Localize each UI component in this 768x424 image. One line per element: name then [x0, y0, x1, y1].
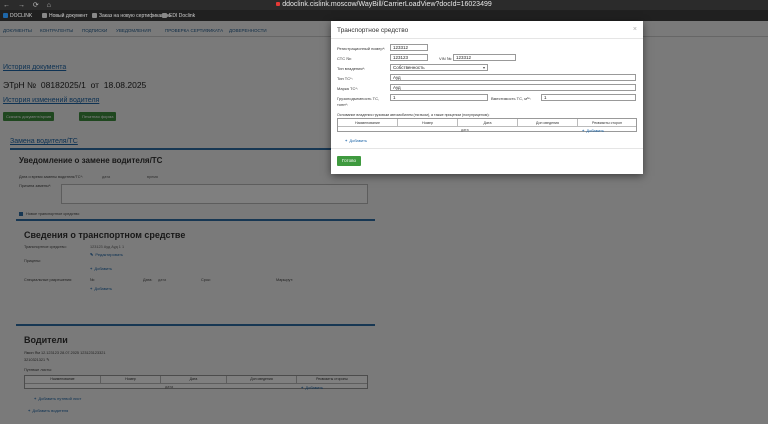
- doclink-logo-icon: [3, 13, 8, 18]
- vehicle-type-label: Тип ТС*:: [337, 76, 353, 81]
- ownership-select[interactable]: Собственность ▾: [390, 64, 488, 71]
- capacity-input[interactable]: [390, 94, 488, 101]
- page-icon: [92, 13, 97, 18]
- ownership-basis-label: Основание владения грузовым автомобилем …: [337, 113, 490, 117]
- done-button[interactable]: Готово: [337, 156, 361, 166]
- divider: [331, 148, 643, 149]
- vehicle-brand-label: Марка ТС*:: [337, 86, 358, 91]
- table-header: Наименование: [338, 119, 398, 126]
- address-bar[interactable]: ddoclink.cislink.moscow/WayBill/CarrierL…: [0, 1, 768, 8]
- sts-input[interactable]: [390, 54, 428, 61]
- reg-number-input[interactable]: [390, 44, 428, 51]
- plus-icon: +: [345, 138, 348, 143]
- bookmark-new-document[interactable]: Новый документ: [42, 13, 87, 19]
- table-header: Дата: [458, 119, 518, 126]
- lock-icon: [276, 2, 281, 6]
- ownership-basis-table: Наименование Номер Дата Доп сведения Рек…: [337, 118, 637, 133]
- vin-label: VIN №:: [439, 56, 453, 61]
- volume-input[interactable]: [541, 94, 636, 101]
- table-header: Номер: [398, 119, 458, 126]
- page-icon: [162, 13, 167, 18]
- bookmark-doclink[interactable]: DOCLINK: [3, 13, 32, 19]
- volume-label: Вместимость ТС, м³*:: [491, 96, 531, 101]
- vehicle-brand-input[interactable]: [390, 84, 636, 91]
- page-icon: [42, 13, 47, 18]
- modal-title: Транспортное средство: [337, 27, 409, 34]
- plus-icon: +: [582, 128, 585, 133]
- table-header: Доп сведения: [518, 119, 578, 126]
- vehicle-type-input[interactable]: [390, 74, 636, 81]
- table-header: Реквизиты сторон: [592, 120, 622, 125]
- sts-label: СТС №:: [337, 56, 352, 61]
- date-cell[interactable]: дата: [461, 128, 469, 132]
- bookmark-edi-doclink[interactable]: EDI Doclink: [162, 13, 195, 19]
- bookmarks-bar: DOCLINK Новый документ Заказ на новую се…: [0, 10, 768, 21]
- vin-input[interactable]: [453, 54, 516, 61]
- close-icon[interactable]: ×: [633, 26, 637, 33]
- capacity-label: Грузоподъемность ТС,: [337, 96, 380, 101]
- reg-number-label: Регистрационный номер*:: [337, 46, 386, 51]
- table-row: дата +Добавить: [338, 126, 636, 133]
- capacity-label-unit: тонн*:: [337, 102, 349, 107]
- ownership-label: Тип владения*:: [337, 66, 366, 71]
- browser-toolbar: ← → ⟳ ⌂ ddoclink.cislink.moscow/WayBill/…: [0, 0, 768, 10]
- add-basis-link[interactable]: + Добавить: [345, 138, 367, 143]
- vehicle-modal: Транспортное средство × Регистрационный …: [331, 21, 643, 174]
- divider: [331, 38, 643, 39]
- row-add-link[interactable]: + Добавить: [582, 128, 604, 133]
- bookmark-certificate-order[interactable]: Заказ на новую сертификацию: [92, 13, 171, 19]
- chevron-down-icon: ▾: [482, 65, 485, 70]
